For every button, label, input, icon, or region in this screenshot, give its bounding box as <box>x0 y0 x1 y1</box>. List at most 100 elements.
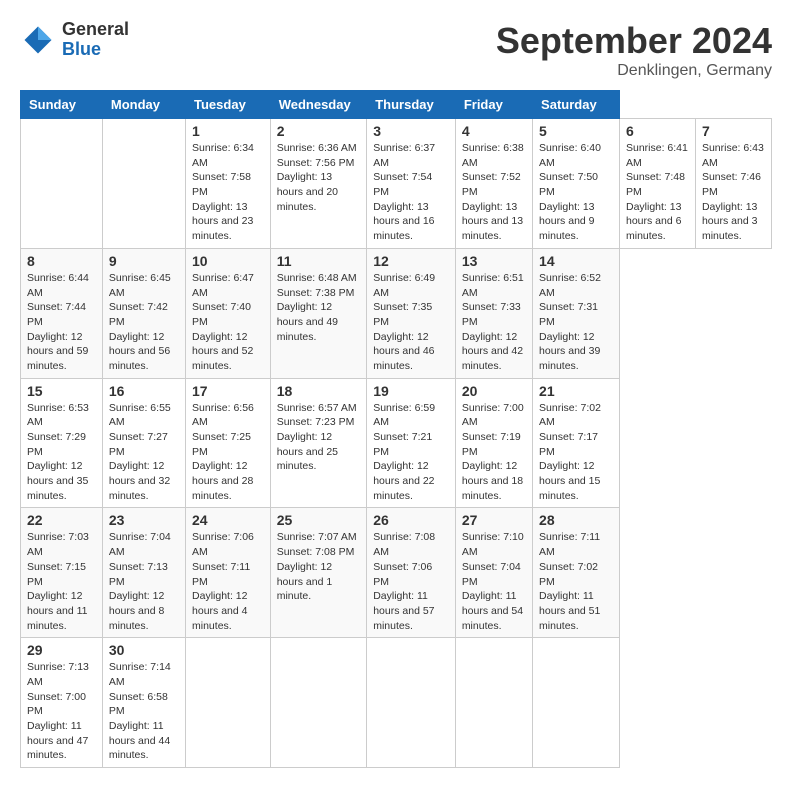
calendar-cell: 24 Sunrise: 7:06 AMSunset: 7:11 PMDayligh… <box>186 508 271 638</box>
day-detail: Sunrise: 6:38 AMSunset: 7:52 PMDaylight:… <box>462 141 526 244</box>
day-number: 9 <box>109 253 179 269</box>
weekday-header-friday: Friday <box>455 91 532 119</box>
weekday-header-sunday: Sunday <box>21 91 103 119</box>
day-number: 22 <box>27 512 96 528</box>
calendar-cell: 5 Sunrise: 6:40 AMSunset: 7:50 PMDaylight… <box>533 119 620 249</box>
day-detail: Sunrise: 6:59 AMSunset: 7:21 PMDaylight:… <box>373 401 449 504</box>
calendar-cell: 25Sunrise: 7:07 AMSunset: 7:08 PMDayligh… <box>270 508 367 638</box>
day-number: 11 <box>277 253 361 269</box>
calendar-cell: 19Sunrise: 6:59 AMSunset: 7:21 PMDayligh… <box>367 378 456 508</box>
day-detail: Sunrise: 7:06 AMSunset: 7:11 PMDaylight:… <box>192 530 264 633</box>
day-number: 18 <box>277 383 361 399</box>
day-detail: Sunrise: 6:57 AMSunset: 7:23 PMDaylight:… <box>277 401 361 474</box>
day-number: 12 <box>373 253 449 269</box>
day-detail: Sunrise: 7:08 AMSunset: 7:06 PMDaylight:… <box>373 530 449 633</box>
calendar-cell: 16 Sunrise: 6:55 AMSunset: 7:27 PMDayligh… <box>102 378 185 508</box>
day-detail: Sunrise: 6:37 AMSunset: 7:54 PMDaylight:… <box>373 141 449 244</box>
calendar-week-row: 15 Sunrise: 6:53 AMSunset: 7:29 PMDayligh… <box>21 378 772 508</box>
day-number: 26 <box>373 512 449 528</box>
day-detail: Sunrise: 6:36 AMSunset: 7:56 PMDaylight:… <box>277 141 361 214</box>
calendar-cell: 17 Sunrise: 6:56 AMSunset: 7:25 PMDayligh… <box>186 378 271 508</box>
calendar-cell: 1Sunrise: 6:34 AMSunset: 7:58 PMDaylight… <box>186 119 271 249</box>
calendar-cell: 9 Sunrise: 6:45 AMSunset: 7:42 PMDaylight… <box>102 248 185 378</box>
day-detail: Sunrise: 7:07 AMSunset: 7:08 PMDaylight:… <box>277 530 361 603</box>
day-number: 6 <box>626 123 689 139</box>
day-number: 3 <box>373 123 449 139</box>
day-detail: Sunrise: 7:13 AMSunset: 7:00 PMDaylight:… <box>27 660 96 763</box>
day-number: 23 <box>109 512 179 528</box>
page-header: General Blue September 2024 Denklingen, … <box>20 20 772 80</box>
day-detail: Sunrise: 7:00 AMSunset: 7:19 PMDaylight:… <box>462 401 526 504</box>
day-detail: Sunrise: 6:41 AMSunset: 7:48 PMDaylight:… <box>626 141 689 244</box>
calendar-cell: 27Sunrise: 7:10 AMSunset: 7:04 PMDayligh… <box>455 508 532 638</box>
calendar-cell: 3 Sunrise: 6:37 AMSunset: 7:54 PMDaylight… <box>367 119 456 249</box>
calendar-cell: 29 Sunrise: 7:13 AMSunset: 7:00 PMDayligh… <box>21 638 103 768</box>
calendar-cell: 22 Sunrise: 7:03 AMSunset: 7:15 PMDayligh… <box>21 508 103 638</box>
day-detail: Sunrise: 6:56 AMSunset: 7:25 PMDaylight:… <box>192 401 264 504</box>
weekday-header-wednesday: Wednesday <box>270 91 367 119</box>
logo-icon <box>20 22 56 58</box>
calendar-cell <box>367 638 456 768</box>
day-detail: Sunrise: 6:51 AMSunset: 7:33 PMDaylight:… <box>462 271 526 374</box>
calendar-cell <box>270 638 367 768</box>
calendar-cell: 13Sunrise: 6:51 AMSunset: 7:33 PMDayligh… <box>455 248 532 378</box>
day-number: 17 <box>192 383 264 399</box>
logo-blue-text: Blue <box>62 40 129 60</box>
weekday-header-thursday: Thursday <box>367 91 456 119</box>
day-number: 15 <box>27 383 96 399</box>
day-number: 24 <box>192 512 264 528</box>
calendar-cell <box>21 119 103 249</box>
calendar-cell: 11 Sunrise: 6:48 AMSunset: 7:38 PMDayligh… <box>270 248 367 378</box>
weekday-header-monday: Monday <box>102 91 185 119</box>
calendar-week-row: 8Sunrise: 6:44 AMSunset: 7:44 PMDaylight… <box>21 248 772 378</box>
day-number: 16 <box>109 383 179 399</box>
day-detail: Sunrise: 7:14 AMSunset: 6:58 PMDaylight:… <box>109 660 179 763</box>
calendar-cell: 14Sunrise: 6:52 AMSunset: 7:31 PMDayligh… <box>533 248 620 378</box>
day-detail: Sunrise: 6:34 AMSunset: 7:58 PMDaylight:… <box>192 141 264 244</box>
calendar-week-row: 1Sunrise: 6:34 AMSunset: 7:58 PMDaylight… <box>21 119 772 249</box>
day-number: 14 <box>539 253 613 269</box>
calendar-cell <box>455 638 532 768</box>
day-number: 5 <box>539 123 613 139</box>
calendar-cell: 6 Sunrise: 6:41 AMSunset: 7:48 PMDaylight… <box>619 119 695 249</box>
calendar-week-row: 29 Sunrise: 7:13 AMSunset: 7:00 PMDayligh… <box>21 638 772 768</box>
weekday-header-row: SundayMondayTuesdayWednesdayThursdayFrid… <box>21 91 772 119</box>
calendar-cell: 20 Sunrise: 7:00 AMSunset: 7:19 PMDayligh… <box>455 378 532 508</box>
calendar-cell: 26 Sunrise: 7:08 AMSunset: 7:06 PMDayligh… <box>367 508 456 638</box>
calendar-cell: 10Sunrise: 6:47 AMSunset: 7:40 PMDayligh… <box>186 248 271 378</box>
calendar-cell <box>533 638 620 768</box>
calendar-cell <box>186 638 271 768</box>
day-number: 2 <box>277 123 361 139</box>
day-detail: Sunrise: 6:43 AMSunset: 7:46 PMDaylight:… <box>702 141 765 244</box>
day-detail: Sunrise: 6:53 AMSunset: 7:29 PMDaylight:… <box>27 401 96 504</box>
day-detail: Sunrise: 6:45 AMSunset: 7:42 PMDaylight:… <box>109 271 179 374</box>
logo: General Blue <box>20 20 129 60</box>
day-number: 20 <box>462 383 526 399</box>
calendar-table: SundayMondayTuesdayWednesdayThursdayFrid… <box>20 90 772 768</box>
day-number: 4 <box>462 123 526 139</box>
day-detail: Sunrise: 6:48 AMSunset: 7:38 PMDaylight:… <box>277 271 361 344</box>
day-number: 7 <box>702 123 765 139</box>
calendar-cell: 28 Sunrise: 7:11 AMSunset: 7:02 PMDayligh… <box>533 508 620 638</box>
calendar-cell: 8Sunrise: 6:44 AMSunset: 7:44 PMDaylight… <box>21 248 103 378</box>
calendar-cell: 15 Sunrise: 6:53 AMSunset: 7:29 PMDayligh… <box>21 378 103 508</box>
calendar-cell: 30Sunrise: 7:14 AMSunset: 6:58 PMDayligh… <box>102 638 185 768</box>
logo-text: General Blue <box>62 20 129 60</box>
day-detail: Sunrise: 7:03 AMSunset: 7:15 PMDaylight:… <box>27 530 96 633</box>
day-number: 21 <box>539 383 613 399</box>
calendar-cell: 12Sunrise: 6:49 AMSunset: 7:35 PMDayligh… <box>367 248 456 378</box>
day-detail: Sunrise: 6:40 AMSunset: 7:50 PMDaylight:… <box>539 141 613 244</box>
calendar-cell: 23 Sunrise: 7:04 AMSunset: 7:13 PMDayligh… <box>102 508 185 638</box>
day-detail: Sunrise: 7:11 AMSunset: 7:02 PMDaylight:… <box>539 530 613 633</box>
calendar-cell: 21 Sunrise: 7:02 AMSunset: 7:17 PMDayligh… <box>533 378 620 508</box>
calendar-cell: 4 Sunrise: 6:38 AMSunset: 7:52 PMDaylight… <box>455 119 532 249</box>
logo-general-text: General <box>62 20 129 40</box>
day-number: 8 <box>27 253 96 269</box>
location: Denklingen, Germany <box>496 62 772 80</box>
day-number: 28 <box>539 512 613 528</box>
day-detail: Sunrise: 7:04 AMSunset: 7:13 PMDaylight:… <box>109 530 179 633</box>
day-number: 29 <box>27 642 96 658</box>
weekday-header-tuesday: Tuesday <box>186 91 271 119</box>
day-detail: Sunrise: 6:55 AMSunset: 7:27 PMDaylight:… <box>109 401 179 504</box>
day-detail: Sunrise: 7:02 AMSunset: 7:17 PMDaylight:… <box>539 401 613 504</box>
